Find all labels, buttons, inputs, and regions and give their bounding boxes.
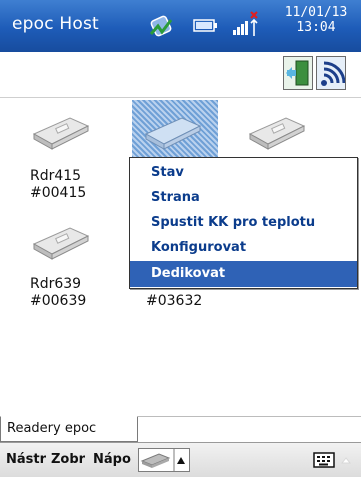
reader-device-icon[interactable] (246, 112, 306, 152)
clock-date: 11/01/13 (284, 5, 348, 20)
menu-zobr[interactable]: Zobr (51, 452, 85, 467)
reader-device-icon[interactable] (30, 222, 90, 262)
menu-napo[interactable]: Nápo (93, 452, 131, 467)
exit-door-icon (286, 60, 309, 86)
keyboard-icon[interactable] (312, 451, 354, 475)
menu-bar: Nástr Zobr Nápo (0, 442, 361, 477)
wireless-icon (321, 61, 346, 86)
app-title: epoc Host (12, 14, 99, 34)
wireless-button[interactable] (316, 56, 346, 90)
reader-device-icon (140, 453, 171, 468)
menu-item-konfigurovat[interactable]: Konfigurovat (130, 235, 357, 261)
reader-name: Rdr639 (30, 276, 82, 292)
reader-dropdown-button[interactable] (138, 448, 190, 472)
menu-item-strana[interactable]: Strana (130, 185, 357, 211)
sync-icon[interactable] (146, 6, 176, 46)
battery-icon[interactable] (191, 6, 219, 46)
tab-strip: Readery epoc (0, 416, 361, 442)
tab-readery-epoc[interactable]: Readery epoc (0, 416, 138, 442)
title-bar: epoc Host 11/01/13 13:04 (0, 0, 361, 52)
signal-icon[interactable] (231, 6, 259, 46)
toolbar (0, 52, 361, 98)
reader-id: #00639 (30, 293, 87, 309)
clock-time: 13:04 (296, 20, 336, 35)
reader-name: Rdr415 (30, 168, 82, 184)
menu-item-spustit-kk[interactable]: Spustit KK pro teplotu (130, 210, 357, 236)
exit-button[interactable] (283, 56, 313, 90)
reader-device-icon[interactable] (30, 112, 90, 152)
context-menu: Stav Strana Spustit KK pro teplotu Konfi… (129, 157, 358, 289)
menu-item-stav[interactable]: Stav (130, 160, 357, 186)
menu-nastr[interactable]: Nástr (6, 452, 46, 467)
reader-id: #00415 (30, 185, 87, 201)
reader-item[interactable]: Rdr639 #00639 (30, 276, 120, 310)
clock[interactable]: 11/01/13 13:04 (274, 5, 358, 35)
reader-id: #03632 (146, 293, 203, 309)
menu-item-dedikovat[interactable]: Dedikovat (130, 261, 357, 287)
reader-device-icon[interactable] (142, 112, 202, 152)
reader-item[interactable]: #03632 (146, 293, 236, 310)
reader-item[interactable]: Rdr415 #00415 (30, 168, 120, 202)
chevron-up-icon (177, 457, 185, 464)
